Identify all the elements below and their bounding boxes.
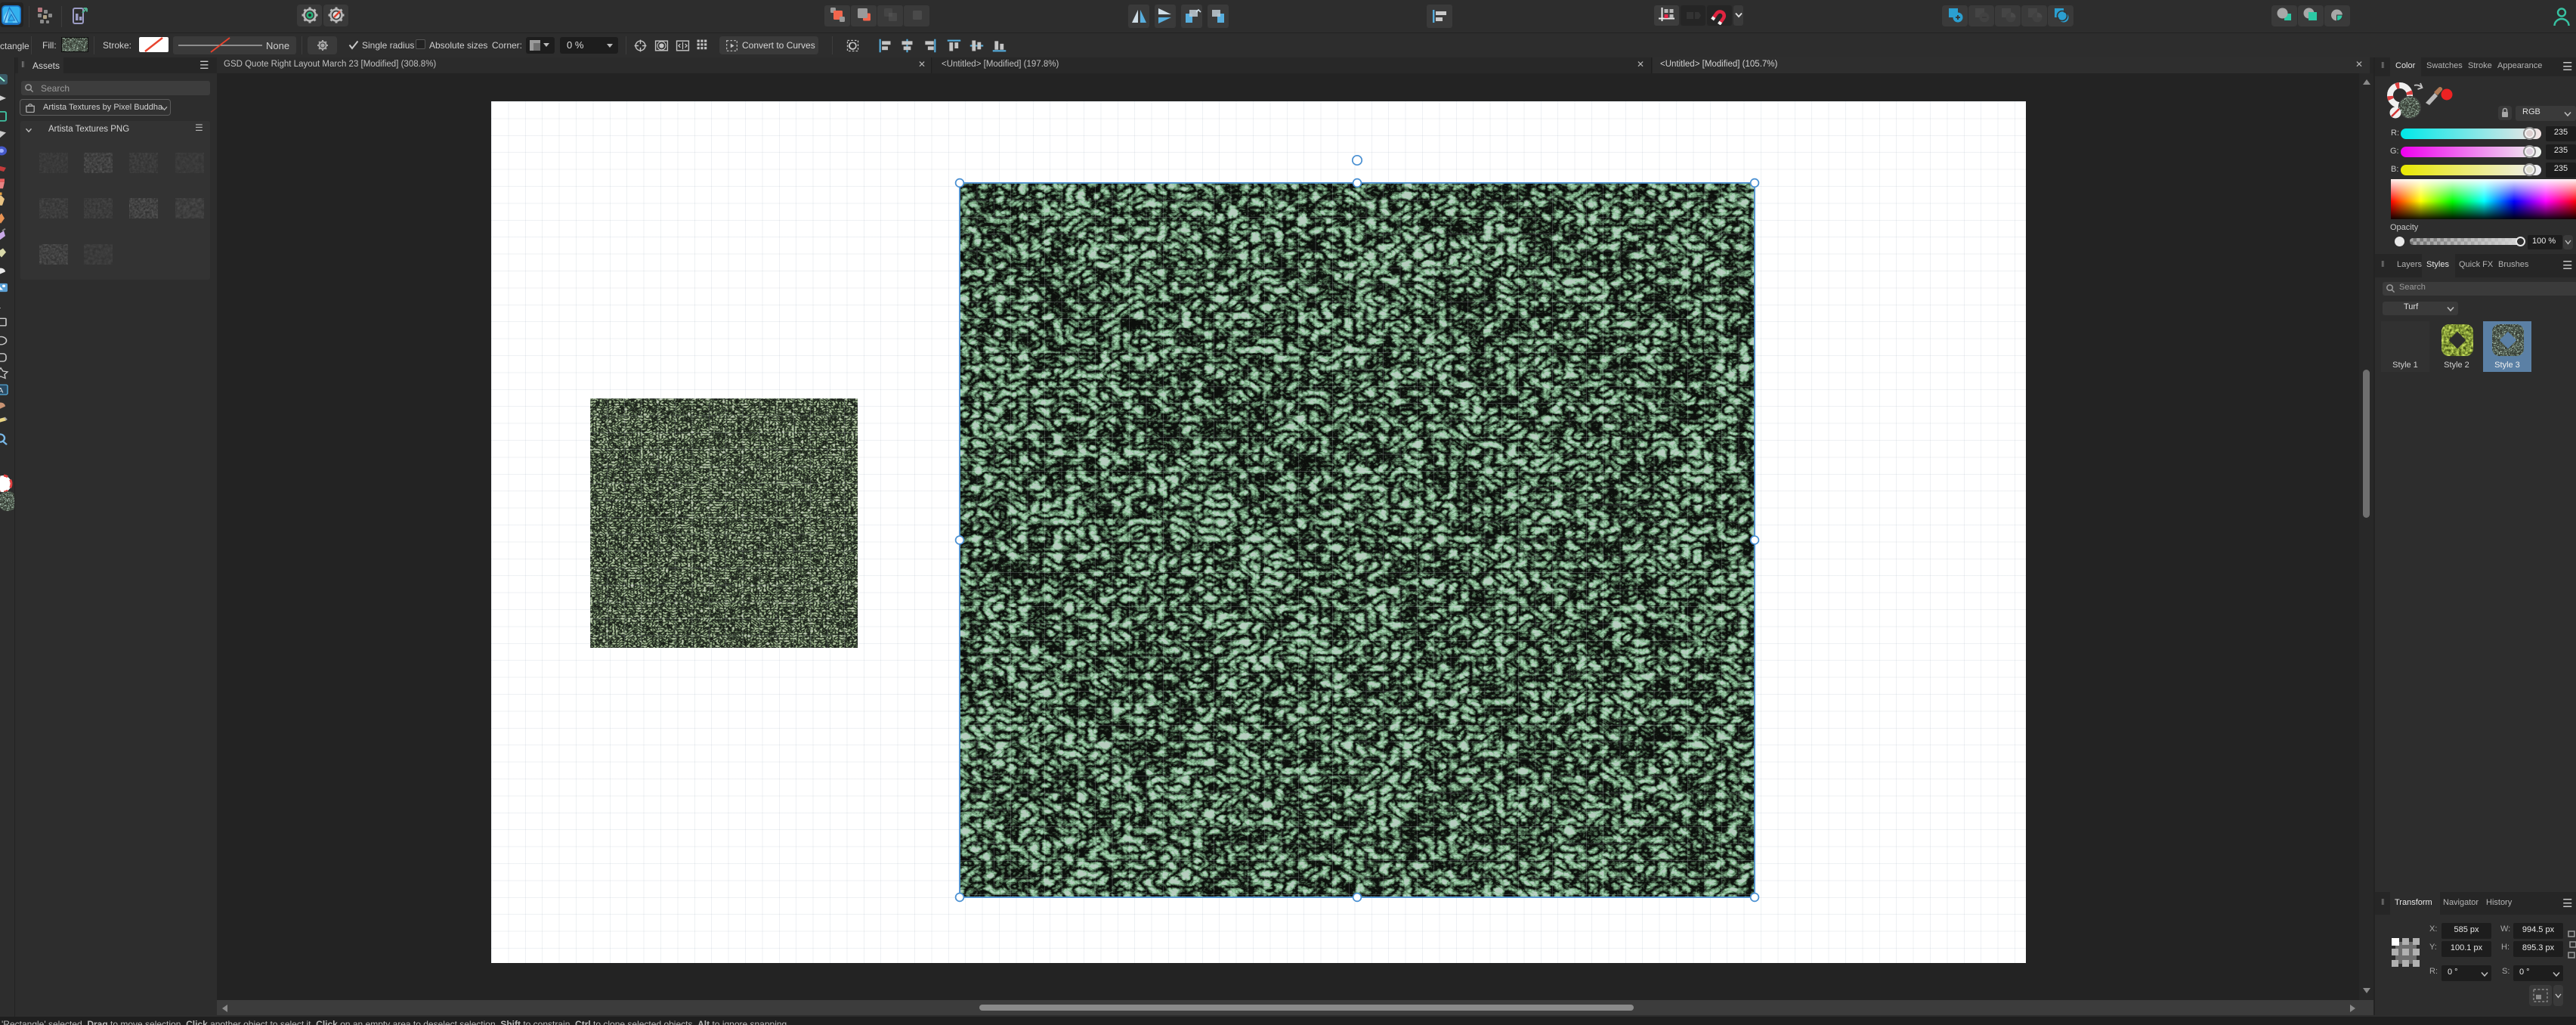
svg-text:0 %: 0 % bbox=[567, 39, 584, 51]
svg-text:None: None bbox=[266, 40, 289, 51]
svg-text:A: A bbox=[0, 387, 4, 395]
svg-text:4: 4 bbox=[0, 302, 2, 311]
